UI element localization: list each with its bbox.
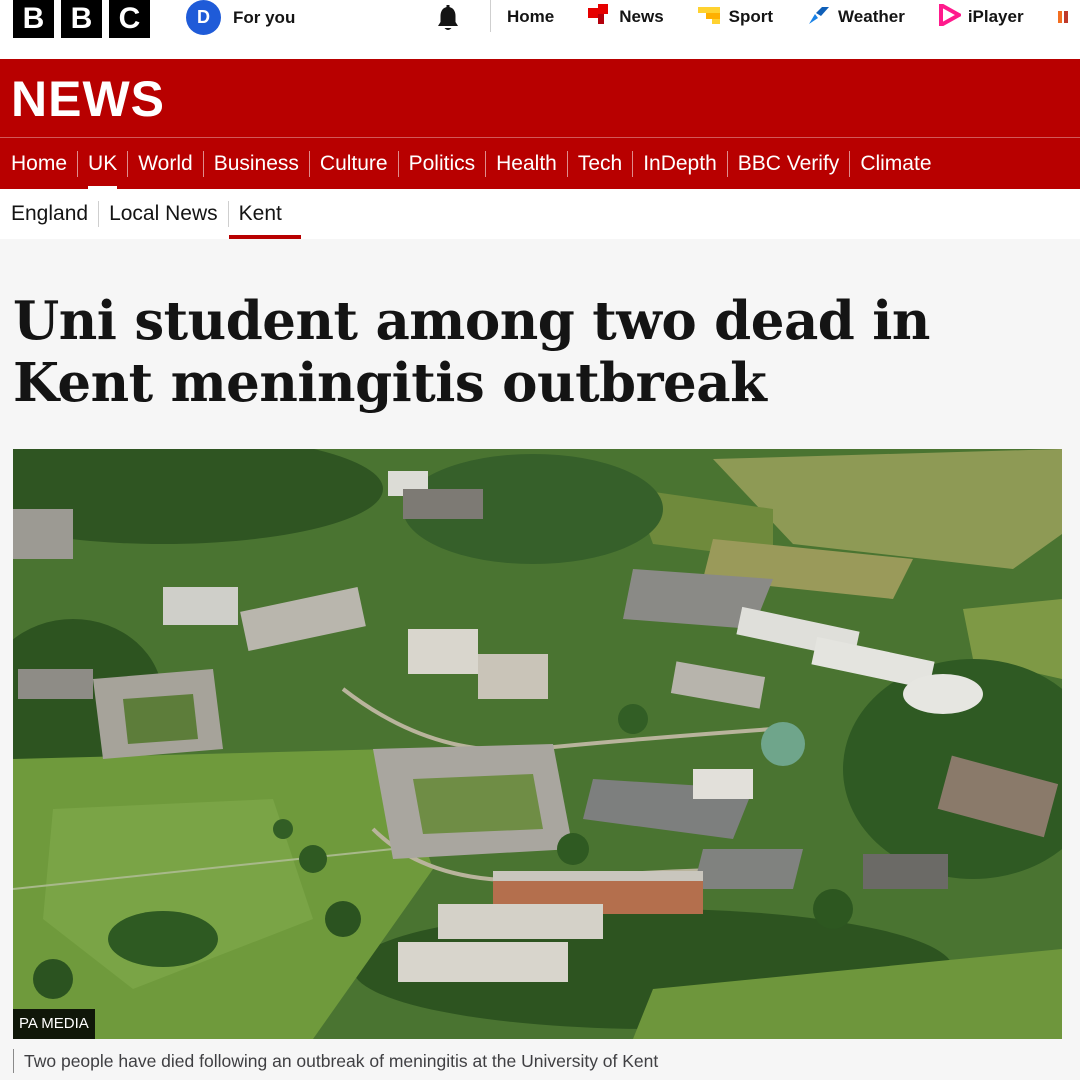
section-bbc-verify[interactable]: BBC Verify [726,150,850,177]
news-wordmark[interactable]: NEWS [11,71,165,127]
topnav-home-label: Home [507,7,555,26]
topnav-iplayer[interactable]: iPlayer [938,1,1024,31]
topnav-overflow-icon[interactable] [1057,6,1070,28]
subnav-kent[interactable]: Kent [227,201,302,239]
news-section-nav: Home UK World Business Culture Politics … [0,138,942,190]
section-home[interactable]: Home [0,151,77,177]
section-world[interactable]: World [127,150,202,177]
aerial-campus-photo [13,449,1062,1039]
sport-icon [697,4,722,31]
section-indepth[interactable]: InDepth [632,150,727,177]
topnav-news[interactable]: News [588,3,664,31]
for-you-account-link[interactable]: D For you [186,0,295,35]
topnav-weather-label: Weather [838,7,905,26]
iplayer-icon [938,1,963,31]
avatar: D [186,0,221,35]
bbc-logo[interactable]: B B C [13,0,150,38]
article-headline: Uni student among two dead in Kent menin… [13,290,930,414]
topnav-home[interactable]: Home [507,7,554,27]
topnav-iplayer-label: iPlayer [967,7,1024,26]
section-business[interactable]: Business [202,150,309,177]
section-tech[interactable]: Tech [566,150,632,177]
topnav-weather[interactable]: Weather [807,4,905,31]
sub-navigation: England Local News Kent [0,189,1080,239]
section-culture[interactable]: Culture [308,150,398,177]
section-climate[interactable]: Climate [849,150,941,177]
topnav-news-label: News [619,7,664,26]
bbc-logo-letter: B [13,0,54,38]
topnav-sport[interactable]: Sport [697,4,774,31]
topnav-sport-label: Sport [728,7,774,26]
masthead-divider [490,0,491,32]
news-brand-band: NEWS Home UK World Business Culture Poli… [0,59,1080,190]
news-icon [588,3,612,31]
weather-icon [807,4,831,31]
bbc-logo-letter: C [109,0,150,38]
subnav-local-news[interactable]: Local News [98,201,228,227]
notifications-bell-icon[interactable] [433,4,463,34]
section-politics[interactable]: Politics [397,150,486,177]
image-credit: PA MEDIA [13,1009,95,1039]
section-health[interactable]: Health [485,150,567,177]
subnav-england[interactable]: England [0,201,98,227]
top-navigation: Home News Sport Weather iPlayer [507,0,1080,34]
bbc-masthead: B B C D For you Home News Sport Weather … [0,0,1080,59]
for-you-label: For you [233,7,296,27]
article-hero-image [13,449,1062,1039]
bbc-logo-letter: B [61,0,102,38]
section-uk[interactable]: UK [77,150,127,190]
image-caption: Two people have died following an outbre… [13,1049,1062,1073]
